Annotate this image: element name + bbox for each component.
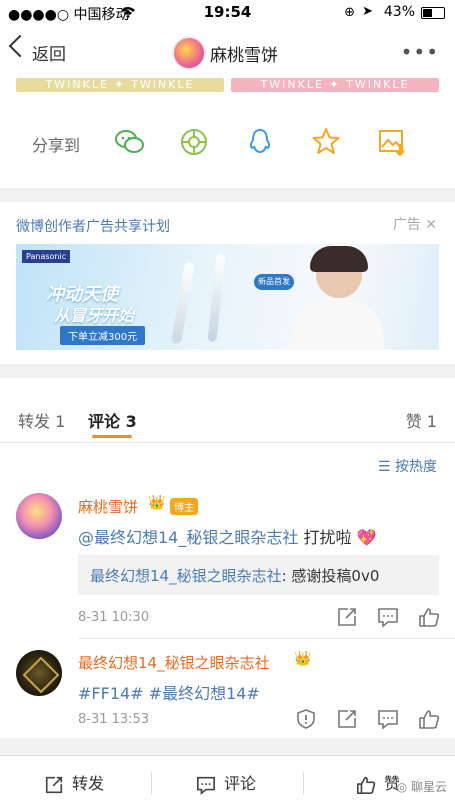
battery-label: 43% [383,4,415,20]
nav-bar: 返回 麻桃雪饼 ••• [0,26,455,78]
share-label: 分享到 [32,136,81,155]
repost-icon[interactable] [336,708,358,730]
bottom-repost-button[interactable]: 转发 [44,756,104,811]
report-icon[interactable] [295,708,317,730]
bottom-like-button[interactable]: 赞 [356,756,400,811]
lock-rotation-icon: ⊕ [344,5,355,20]
comment-username[interactable]: 最终幻想14_秘银之眼杂志社 [78,652,270,673]
bottom-comment-button[interactable]: 评论 [196,756,256,811]
avatar[interactable] [172,36,206,70]
repost-icon [45,776,63,793]
like-icon[interactable] [418,708,440,730]
avatar[interactable] [16,493,62,539]
share-card: TWINKLE ✦ TWINKLE TWINKLE ✦ TWINKLE 分享到 [0,78,455,188]
ad-card: 微博创作者广告共享计划 广告 ✕ Panasonic 冲动天使 从冒牙开始 下单… [0,202,455,364]
heart-emoji-icon: 💖 [356,528,377,547]
like-icon[interactable] [418,606,440,628]
comment-time: 8-31 13:53 [78,712,150,727]
tab-repost[interactable]: 转发 1 [18,408,65,432]
comment-body: 打扰啦 [303,528,352,547]
more-icon[interactable]: ••• [401,40,439,64]
vip-crown-icon: 👑 [294,651,312,667]
divider [0,442,455,443]
model-hair [310,246,368,272]
comments-section: 转发 1 评论 3 赞 1 ☰ 按热度 麻桃雪饼 👑 博主 @最终幻想14_秘银… [0,378,455,738]
divider [151,772,152,794]
qq-icon[interactable] [244,126,276,158]
save-image-icon[interactable] [376,126,408,158]
back-button[interactable]: 返回 [32,40,66,65]
quoted-body: : 感谢投稿0v0 [281,567,380,585]
quoted-user[interactable]: 最终幻想14_秘银之眼杂志社 [90,567,282,585]
moments-icon[interactable] [178,126,210,158]
ad-tag[interactable]: 广告 ✕ [393,214,437,234]
comment-icon[interactable] [377,606,399,628]
close-icon[interactable]: ✕ [425,217,437,233]
ad-banner-image[interactable]: Panasonic 冲动天使 从冒牙开始 下单立减300元 新品首发 [16,244,439,350]
ad-headline-2: 从冒牙开始 [54,306,135,325]
avatar[interactable] [16,650,62,696]
favorite-star-icon[interactable] [310,126,342,158]
bottom-comment-label: 评论 [224,774,257,793]
tab-like[interactable]: 赞 1 [406,408,437,432]
sort-button[interactable]: ☰ 按热度 [378,456,437,476]
watermark: ◎ 聊星云 [397,778,447,795]
status-bar: ●●●●○ 中国移动 19:54 ⊕ ➤ 43% [0,0,455,26]
sticker-banner-left: TWINKLE ✦ TWINKLE [16,78,224,92]
brand-logo: Panasonic [22,250,71,263]
battery-icon [421,7,445,19]
model-body [292,298,384,350]
emblem-icon [22,656,60,694]
comment-username[interactable]: 麻桃雪饼 [78,496,138,517]
toothbrush-image [207,253,226,343]
comment-time: 8-31 10:30 [78,610,150,625]
tab-indicator [92,435,132,438]
bottom-repost-label: 转发 [72,774,105,793]
toothbrush-image [170,261,196,345]
sticker-banner-right: TWINKLE ✦ TWINKLE [231,78,439,92]
blogger-badge: 博主 [170,498,198,515]
divider [303,772,304,794]
mention-link[interactable]: @最终幻想14_秘银之眼杂志社 [78,528,298,547]
quoted-reply[interactable]: 最终幻想14_秘银之眼杂志社: 感谢投稿0v0 [78,555,439,595]
watermark-text: 聊星云 [410,780,447,794]
comment-icon [197,776,215,795]
quoted-reply-text: 最终幻想14_秘银之眼杂志社: 感谢投稿0v0 [90,565,379,586]
hashtag-text[interactable]: #FF14# #最终幻想14# [78,680,260,704]
vip-crown-icon: 👑 [148,495,166,511]
sort-label: 按热度 [395,459,437,475]
like-icon [357,776,376,794]
back-chevron-icon[interactable] [8,34,32,58]
watermark-logo-icon: ◎ [396,780,408,794]
comment-text: @最终幻想14_秘银之眼杂志社 打扰啦 💖 [78,524,377,548]
bottom-action-bar: 转发 评论 赞 ◎ 聊星云 [0,755,455,811]
ad-title[interactable]: 微博创作者广告共享计划 [16,216,170,236]
ad-promo: 下单立减300元 [60,326,146,345]
location-icon: ➤ [362,4,373,19]
sort-icon: ☰ [377,459,391,475]
repost-icon[interactable] [336,606,358,628]
ad-tag-label: 广告 [392,217,421,233]
page-title: 麻桃雪饼 [210,46,278,66]
tab-comment[interactable]: 评论 3 [88,408,137,432]
comment-icon[interactable] [377,708,399,730]
wechat-icon[interactable] [113,126,145,158]
divider [78,638,455,639]
ad-badge: 新品首发 [254,274,294,290]
